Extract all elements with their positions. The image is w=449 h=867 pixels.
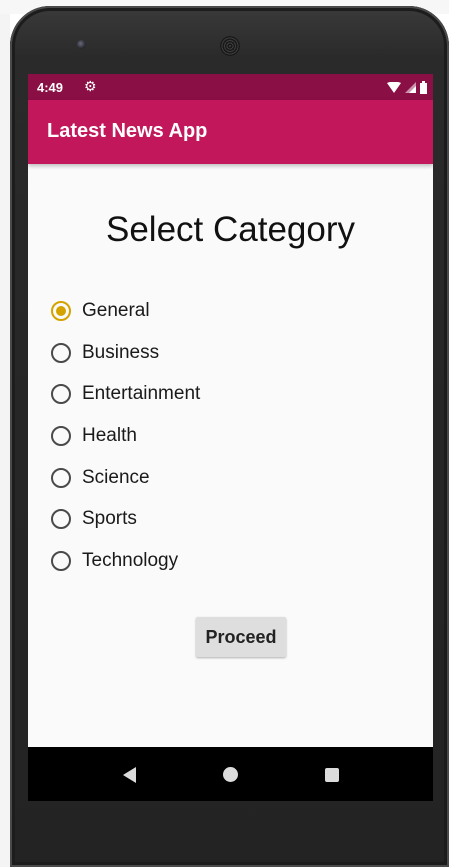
radio-dot [56,305,66,316]
phone-frame: 4:49 ⚙ Latest News App Select Category G… [10,6,449,867]
front-camera [77,40,86,49]
radio-button[interactable] [51,342,71,363]
app-title: Latest News App [47,120,208,142]
recents-square-icon[interactable] [325,768,339,782]
category-radio-entertainment[interactable]: Entertainment [51,373,411,415]
category-radio-business[interactable]: Business [51,332,411,374]
category-radio-general[interactable]: General [51,290,411,332]
radio-label: Science [82,466,150,488]
radio-button-checked[interactable] [51,300,71,321]
category-radio-sports[interactable]: Sports [51,498,411,540]
app-bar: Latest News App [28,100,433,164]
radio-button[interactable] [51,509,71,530]
status-time: 4:49 [37,80,64,95]
signal-icon [405,81,416,93]
radio-button[interactable] [51,384,71,405]
status-bar: 4:49 ⚙ [28,74,433,100]
gear-icon: ⚙ [84,78,97,94]
category-radio-group: General Business Entertainment Health Sc… [51,290,411,582]
home-circle-icon[interactable] [223,767,238,782]
device-screen: 4:49 ⚙ Latest News App Select Category G… [28,74,433,801]
radio-label: Health [82,424,137,446]
radio-button[interactable] [51,550,71,571]
earpiece-speaker [220,36,240,56]
page-title: Select Category [105,210,356,249]
radio-label: Entertainment [82,383,201,405]
desktop-backdrop-left [0,0,10,867]
category-radio-technology[interactable]: Technology [51,540,411,582]
back-triangle-icon[interactable] [123,767,136,783]
category-radio-science[interactable]: Science [51,457,411,499]
radio-label: Business [82,341,160,363]
battery-icon [420,80,427,94]
radio-label: General [82,299,150,321]
system-nav-bar [28,747,433,801]
light-sensor [380,44,385,49]
wifi-icon [387,81,401,93]
category-radio-health[interactable]: Health [51,415,411,457]
radio-label: Sports [82,508,137,530]
status-icons [387,80,427,94]
radio-label: Technology [82,549,179,571]
page: 4:49 ⚙ Latest News App Select Category G… [0,0,449,867]
radio-button[interactable] [51,467,71,488]
proximity-sensor [368,44,373,49]
proceed-button[interactable]: Proceed [196,617,286,657]
radio-button[interactable] [51,425,71,446]
